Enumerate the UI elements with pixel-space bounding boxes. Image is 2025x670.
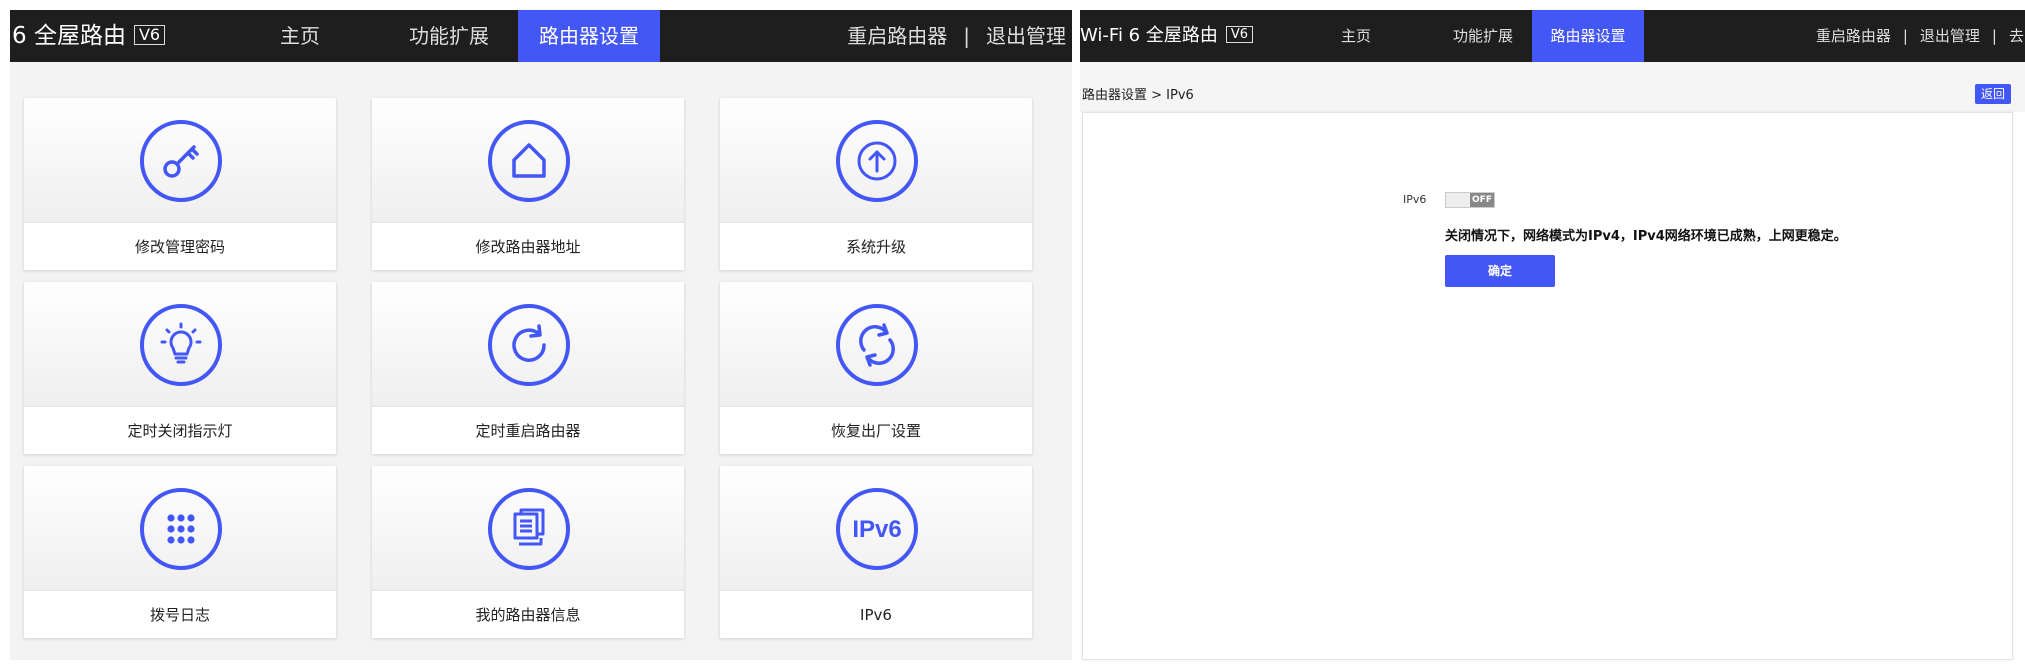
card-label: 恢复出厂设置 — [720, 406, 1032, 455]
card-label: IPv6 — [720, 590, 1032, 639]
brand-logo: Wi-Fi 6 全屋路由 V6 — [1080, 10, 1254, 62]
card-label: 修改路由器地址 — [372, 222, 684, 271]
card-label: 拨号日志 — [24, 590, 336, 639]
card-system-upgrade[interactable]: 系统升级 — [720, 98, 1032, 270]
card-led-schedule[interactable]: 定时关闭指示灯 — [24, 282, 336, 454]
brand-title: Wi-Fi 6 全屋路由 — [1080, 25, 1218, 46]
dial-grid-icon — [140, 488, 222, 570]
lightbulb-icon — [140, 304, 222, 386]
breadcrumb-bar: 路由器设置 > IPv6 返回 — [1080, 62, 2025, 112]
brand-title: 6 全屋路由 — [12, 23, 126, 49]
restart-router-link[interactable]: 重启路由器 — [847, 24, 947, 48]
ipv6-toggle[interactable]: OFF — [1445, 192, 1495, 208]
card-label: 定时关闭指示灯 — [24, 406, 336, 455]
card-label: 修改管理密码 — [24, 222, 336, 271]
nav-router-settings[interactable]: 路由器设置 — [1532, 10, 1644, 62]
settings-panel: 6 全屋路由 V6 主页 功能扩展 路由器设置 重启路由器 | 退出管理 修改管理密码 — [0, 0, 1072, 670]
key-icon — [140, 120, 222, 202]
version-badge: V6 — [1225, 26, 1254, 43]
card-change-password[interactable]: 修改管理密码 — [24, 98, 336, 270]
top-navbar: Wi-Fi 6 全屋路由 V6 主页 功能扩展 路由器设置 重启路由器 | 退出管理 |… — [1080, 10, 2025, 62]
nav-separator: | — [963, 24, 970, 48]
ipv6-note: 关闭情况下，网络模式为IPv4，IPv4网络环境已成熟，上网更稳定。 — [1445, 229, 1847, 244]
brand-logo: 6 全屋路由 V6 — [12, 10, 166, 62]
ipv6-icon-text: IPv6 — [852, 516, 901, 543]
nav-router-settings[interactable]: 路由器设置 — [518, 10, 660, 62]
ipv6-icon: IPv6 — [836, 488, 918, 570]
home-icon — [488, 120, 570, 202]
settings-grid: 修改管理密码 修改路由器地址 系统升级 定时关闭指示灯 定时重启路由器 恢复出厂… — [10, 62, 1072, 660]
nav-extensions[interactable]: 功能扩展 — [1428, 10, 1538, 62]
card-router-info[interactable]: 我的路由器信息 — [372, 466, 684, 638]
logout-link[interactable]: 退出管理 — [1920, 27, 1980, 45]
logout-link[interactable]: 退出管理 — [986, 24, 1066, 48]
restart-router-link[interactable]: 重启路由器 — [1816, 27, 1891, 45]
nav-home[interactable]: 主页 — [1316, 10, 1396, 62]
documents-icon — [488, 488, 570, 570]
refresh-icon — [488, 304, 570, 386]
nav-extensions[interactable]: 功能扩展 — [388, 10, 510, 62]
ipv6-settings-panel: Wi-Fi 6 全屋路由 V6 主页 功能扩展 路由器设置 重启路由器 | 退出管理 |… — [1080, 0, 2025, 670]
version-badge: V6 — [133, 25, 166, 45]
official-site-link[interactable]: 去官 — [2009, 27, 2025, 45]
card-factory-reset[interactable]: 恢复出厂设置 — [720, 282, 1032, 454]
ipv6-settings-form: IPv6 OFF 关闭情况下，网络模式为IPv4，IPv4网络环境已成熟，上网更… — [1082, 112, 2013, 660]
card-label: 系统升级 — [720, 222, 1032, 271]
breadcrumb: 路由器设置 > IPv6 — [1082, 88, 1194, 103]
nav-separator: | — [1902, 27, 1908, 45]
nav-separator: | — [1991, 27, 1997, 45]
card-dial-log[interactable]: 拨号日志 — [24, 466, 336, 638]
nav-right-actions: 重启路由器 | 退出管理 — [847, 10, 1066, 62]
toggle-state: OFF — [1470, 193, 1494, 207]
back-button[interactable]: 返回 — [1974, 84, 2011, 104]
nav-right-actions: 重启路由器 | 退出管理 | 去官 — [1816, 10, 2025, 62]
upgrade-arrow-icon — [836, 120, 918, 202]
nav-home[interactable]: 主页 — [250, 10, 350, 62]
card-label: 我的路由器信息 — [372, 590, 684, 639]
top-navbar: 6 全屋路由 V6 主页 功能扩展 路由器设置 重启路由器 | 退出管理 — [10, 10, 1072, 62]
restore-cycle-icon — [836, 304, 918, 386]
card-change-router-address[interactable]: 修改路由器地址 — [372, 98, 684, 270]
confirm-button[interactable]: 确定 — [1445, 255, 1555, 287]
ipv6-label: IPv6 — [1403, 193, 1427, 206]
card-ipv6[interactable]: IPv6 IPv6 — [720, 466, 1032, 638]
card-scheduled-reboot[interactable]: 定时重启路由器 — [372, 282, 684, 454]
card-label: 定时重启路由器 — [372, 406, 684, 455]
